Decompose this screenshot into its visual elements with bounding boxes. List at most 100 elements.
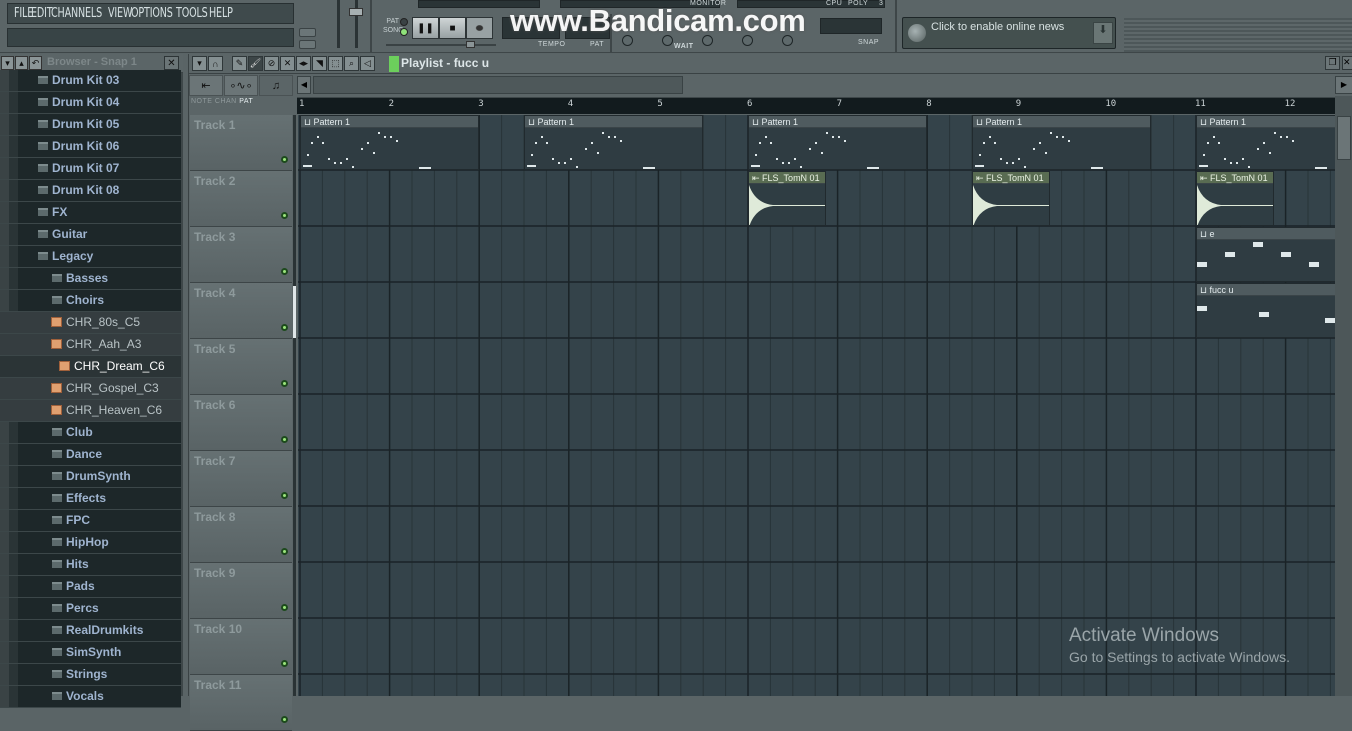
expand-toggle[interactable] xyxy=(0,114,9,135)
track-header[interactable]: Track 10 xyxy=(190,619,292,675)
expand-toggle[interactable] xyxy=(0,246,9,267)
browser-folder-item[interactable]: Drum Kit 06 xyxy=(0,136,181,158)
track-mute-led[interactable] xyxy=(281,324,288,331)
vertical-scrollbar[interactable] xyxy=(1335,96,1352,696)
pattern-clip[interactable]: ⊔ fucc u xyxy=(1196,283,1335,338)
horizontal-scroll-handle[interactable] xyxy=(313,76,683,94)
browser-folder-item[interactable]: Drum Kit 03 xyxy=(0,70,181,92)
scroll-right-icon[interactable]: ▶ xyxy=(1335,76,1352,94)
playlist-menu-arrow-icon[interactable]: ▾ xyxy=(192,56,207,71)
menu-help[interactable]: HELP xyxy=(209,6,233,21)
metronome-toggle[interactable] xyxy=(622,35,633,46)
playlist-grid[interactable]: ⊔ Pattern 1 ⊔ Pattern 1 ⊔ Pattern 1 ⊔ Patte… xyxy=(298,115,1335,696)
tab-notes[interactable]: ♫ xyxy=(259,75,293,96)
audio-clip[interactable]: ⇤ FLS_TomN 01 xyxy=(748,171,827,226)
browser-file-item[interactable]: CHR_Heaven_C6 xyxy=(0,400,181,422)
expand-toggle[interactable] xyxy=(0,576,9,597)
scroll-left-icon[interactable]: ◀ xyxy=(297,76,311,94)
browser-folder-item[interactable]: Vocals xyxy=(0,686,181,708)
clip-header[interactable]: ⊔ e xyxy=(1197,228,1335,240)
pattern-clip[interactable]: ⊔ Pattern 1 xyxy=(1196,115,1335,170)
track-header[interactable]: Track 6 xyxy=(190,395,292,451)
track-mute-led[interactable] xyxy=(281,380,288,387)
track-mute-led[interactable] xyxy=(281,156,288,163)
download-icon[interactable]: ⬇ xyxy=(1093,22,1113,44)
browser-folder-item[interactable]: FX xyxy=(0,202,181,224)
clip-header[interactable]: ⊔ fucc u xyxy=(1197,284,1335,296)
browser-scrollbar[interactable] xyxy=(181,73,183,696)
browser-folder-item[interactable]: Drum Kit 05 xyxy=(0,114,181,136)
snap-select[interactable] xyxy=(820,18,882,34)
track-header[interactable]: Track 7 xyxy=(190,451,292,507)
expand-toggle[interactable] xyxy=(0,422,9,443)
delete-tool-icon[interactable]: ⊘ xyxy=(264,56,279,71)
track-header[interactable]: Track 3 xyxy=(190,227,292,283)
wait-toggle[interactable] xyxy=(662,35,673,46)
browser-file-item[interactable]: CHR_80s_C5 xyxy=(0,312,181,334)
browser-folder-item[interactable]: Drum Kit 04 xyxy=(0,92,181,114)
track-mute-led[interactable] xyxy=(281,660,288,667)
browser-file-item[interactable]: CHR_Gospel_C3 xyxy=(0,378,181,400)
pattern-clip[interactable]: ⊔ e xyxy=(1196,227,1335,282)
track-mute-led[interactable] xyxy=(281,716,288,723)
playlist-title[interactable]: Playlist - fucc u xyxy=(401,56,489,70)
expand-toggle[interactable] xyxy=(0,466,9,487)
position-slider[interactable] xyxy=(386,44,496,46)
mute-tool-icon[interactable]: ✕ xyxy=(280,56,295,71)
paint-brush-tool-icon[interactable]: 🖌 xyxy=(248,56,263,71)
countdown-toggle[interactable] xyxy=(702,35,713,46)
clip-header[interactable]: ⊔ Pattern 1 xyxy=(525,116,703,128)
audio-clip[interactable]: ⇤ FLS_TomN 01 xyxy=(972,171,1051,226)
clip-header[interactable]: ⊔ Pattern 1 xyxy=(301,116,479,128)
browser-menu-arrow-icon[interactable]: ▾ xyxy=(1,56,14,70)
tab-pattern-channel[interactable]: ⇤ xyxy=(189,75,223,96)
clip-header[interactable]: ⇤ FLS_TomN 01 xyxy=(1197,172,1274,184)
expand-toggle[interactable] xyxy=(0,664,9,685)
expand-toggle[interactable] xyxy=(0,92,9,113)
expand-toggle[interactable] xyxy=(0,158,9,179)
pause-button[interactable]: ❚❚ xyxy=(412,17,439,39)
browser-folder-item[interactable]: Dance xyxy=(0,444,181,466)
expand-toggle[interactable] xyxy=(0,598,9,619)
track-mute-led[interactable] xyxy=(281,548,288,555)
browser-folder-item[interactable]: DrumSynth xyxy=(0,466,181,488)
track-header[interactable]: Track 8 xyxy=(190,507,292,563)
magnet-snap-icon[interactable]: ∩ xyxy=(208,56,223,71)
menu-tools[interactable]: TOOLS xyxy=(176,6,208,21)
tab-automation[interactable]: ∘∿∘ xyxy=(224,75,258,96)
browser-back-icon[interactable]: ↶ xyxy=(29,56,42,70)
pencil-tool-icon[interactable]: ✎ xyxy=(232,56,247,71)
expand-toggle[interactable] xyxy=(0,532,9,553)
expand-toggle[interactable] xyxy=(0,290,9,311)
expand-toggle[interactable] xyxy=(0,70,9,91)
slip-tool-icon[interactable]: ◂▸ xyxy=(296,56,311,71)
timeline-ruler[interactable]: 1 2 3 4 5 6 7 8 9 10 11 12 xyxy=(297,97,1335,114)
browser-folder-item[interactable]: Choirs xyxy=(0,290,181,312)
pattern-clip[interactable]: ⊔ Pattern 1 xyxy=(972,115,1152,170)
track-header[interactable]: Track 9 xyxy=(190,563,292,619)
expand-toggle[interactable] xyxy=(0,488,9,509)
expand-toggle[interactable] xyxy=(0,202,9,223)
news-panel[interactable]: Click to enable online news ⬇ xyxy=(902,17,1116,49)
audio-clip[interactable]: ⇤ FLS_TomN 01 xyxy=(1196,171,1275,226)
zoom-tool-icon[interactable]: ⌕ xyxy=(344,56,359,71)
browser-folder-item[interactable]: Drum Kit 08 xyxy=(0,180,181,202)
expand-toggle[interactable] xyxy=(0,510,9,531)
expand-toggle[interactable] xyxy=(0,444,9,465)
pattern-clip[interactable]: ⊔ Pattern 1 xyxy=(748,115,928,170)
browser-folder-item[interactable]: Club xyxy=(0,422,181,444)
track-mute-led[interactable] xyxy=(281,212,288,219)
mode-pat[interactable]: PAT xyxy=(239,98,253,105)
browser-folder-item[interactable]: FPC xyxy=(0,510,181,532)
expand-toggle[interactable] xyxy=(0,620,9,641)
pattern-clip[interactable]: ⊔ Pattern 1 xyxy=(524,115,704,170)
browser-folder-item[interactable]: Hits xyxy=(0,554,181,576)
browser-file-item[interactable]: CHR_Dream_C6 xyxy=(0,356,181,378)
menu-options[interactable]: OPTIONS xyxy=(131,6,173,21)
browser-folder-item[interactable]: Basses xyxy=(0,268,181,290)
expand-toggle[interactable] xyxy=(0,642,9,663)
select-tool-icon[interactable]: ⬚ xyxy=(328,56,343,71)
expand-toggle[interactable] xyxy=(0,136,9,157)
stop-button[interactable]: ■ xyxy=(439,17,466,39)
clip-header[interactable]: ⊔ Pattern 1 xyxy=(749,116,927,128)
